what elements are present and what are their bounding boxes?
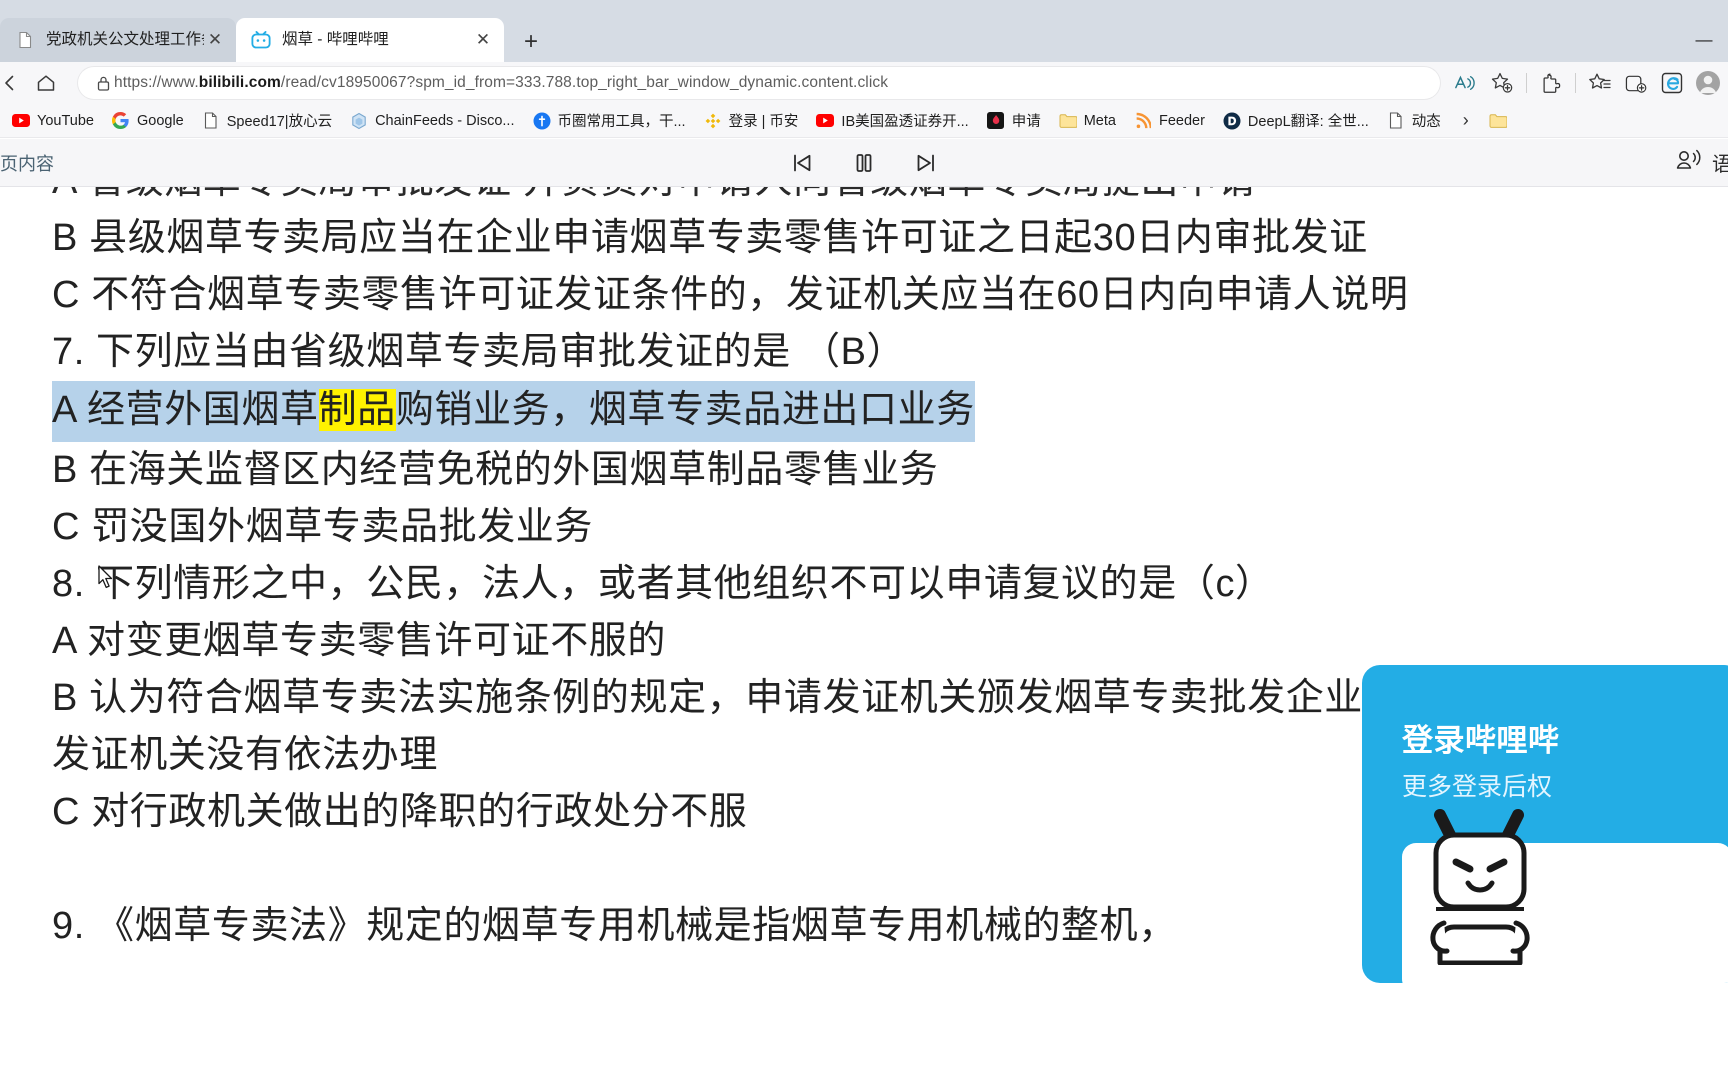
chainfeeds-icon (350, 112, 368, 130)
highlighted-text: 制品 (318, 389, 396, 431)
window-controls: — (1680, 18, 1728, 62)
youtube-icon (816, 112, 835, 130)
bookmark-label: 登录 | 币安 (728, 114, 799, 130)
bookmark-label: Feeder (1158, 112, 1205, 129)
internet-explorer-icon[interactable] (1654, 65, 1690, 101)
profile-avatar-icon[interactable] (1690, 65, 1726, 101)
voice-options-label: 语音选 (1712, 154, 1728, 176)
browser-navigation-bar: https://www.bilibili.com/read/cv18950067… (0, 62, 1728, 104)
tab-title: 党政机关公文处理工作条例 中央 (46, 31, 204, 48)
rss-icon (1134, 112, 1152, 130)
bilibili-login-card[interactable]: 登录哔哩哔 更多登录后权 (1362, 665, 1728, 983)
bookmark-item[interactable]: 动态 (1379, 108, 1449, 134)
address-bar-url: https://www.bilibili.com/read/cv18950067… (114, 74, 1430, 92)
close-icon[interactable]: ✕ (472, 29, 494, 51)
read-aloud-icon[interactable] (1448, 65, 1484, 101)
bilibili-tv-mascot-icon (1414, 805, 1546, 966)
minimize-button[interactable]: — (1680, 18, 1728, 62)
lock-icon[interactable] (92, 75, 114, 92)
bookmarks-bar: YouTube Google Speed17|放心云 ChainFeeds - … (0, 104, 1728, 138)
collections-icon[interactable] (1618, 65, 1654, 101)
page-icon (202, 112, 220, 130)
bookmark-folder[interactable]: Meta (1051, 108, 1124, 134)
blue-circle-icon (533, 112, 551, 130)
bookmark-item[interactable]: ChainFeeds - Disco... (342, 108, 522, 134)
read-aloud-toolbar: 此页内容 语音选 (0, 139, 1728, 187)
divider (1575, 73, 1576, 93)
article-line: A 对变更烟草专卖零售许可证不服的 (52, 620, 667, 662)
bookmark-item[interactable]: DeepL翻译: 全世... (1215, 108, 1377, 134)
browser-tab-strip: 党政机关公文处理工作条例 中央 ✕ 烟草 - 哔哩哔哩 ✕ + — (0, 0, 1728, 62)
bookmarks-overflow-button[interactable]: › (1451, 110, 1481, 131)
page-icon (1387, 112, 1405, 130)
bookmark-label: IB美国盈透证券开... (841, 114, 969, 130)
previous-track-icon[interactable] (785, 146, 819, 180)
bookmark-label: 币圈常用工具，干... (557, 114, 686, 130)
url-prefix: https://www. (114, 74, 199, 91)
google-g-icon (112, 112, 130, 130)
voice-options-button[interactable]: 语音选 (1674, 147, 1728, 179)
article-question-8: 8. 下列情形之中，公民，法人，或者其他组织不可以申请复议的是（c） (52, 563, 1274, 605)
extensions-puzzle-icon[interactable] (1533, 65, 1569, 101)
bilibili-tv-icon (250, 29, 272, 51)
new-tab-button[interactable]: + (510, 25, 552, 59)
url-domain: bilibili.com (198, 74, 281, 91)
article-question-7: 7. 下列应当由省级烟草专卖局审批发证的是 （B） (52, 331, 906, 373)
bookmark-item[interactable]: Google (104, 108, 192, 134)
article-line: C 罚没国外烟草专卖品批发业务 (52, 506, 594, 548)
pause-icon[interactable] (847, 146, 881, 180)
browser-tab-active[interactable]: 烟草 - 哔哩哔哩 ✕ (236, 18, 504, 62)
divider (1526, 73, 1527, 93)
youtube-icon (12, 112, 30, 130)
bookmark-item[interactable]: 登录 | 币安 (696, 108, 807, 134)
bookmark-item[interactable]: IB美国盈透证券开... (808, 108, 976, 134)
binance-icon (704, 112, 722, 130)
back-arrow-icon[interactable] (0, 65, 28, 101)
browser-tab-inactive[interactable]: 党政机关公文处理工作条例 中央 ✕ (0, 18, 236, 62)
bookmark-label: Speed17|放心云 (226, 114, 333, 130)
login-card-subtitle: 更多登录后权 (1402, 773, 1553, 801)
close-icon[interactable]: ✕ (204, 29, 226, 51)
article-line: C 不符合烟草专卖零售许可证发证条件的，发证机关应当在60日内向申请人说明 (52, 274, 1409, 316)
bookmark-item[interactable]: 币圈常用工具，干... (525, 108, 694, 134)
bookmark-folder-trailing[interactable] (1481, 108, 1522, 134)
article-line: B 在海关监督区内经营免税的外国烟草制品零售业务 (52, 449, 939, 491)
folder-icon (1059, 112, 1077, 130)
selected-text-part: A 经营外国烟草 (52, 389, 319, 431)
article-line: B 县级烟草专卖局应当在企业申请烟草专卖零售许可证之日起30日内审批发证 (52, 217, 1368, 259)
bookmark-label: ChainFeeds - Disco... (375, 112, 515, 129)
text-selection: A 经营外国烟草制品购销业务，烟草专卖品进出口业务 (52, 381, 975, 442)
bookmark-label: Google (136, 112, 184, 129)
bookmark-item[interactable]: YouTube (4, 108, 102, 134)
tab-title: 烟草 - 哔哩哔哩 (282, 31, 389, 48)
address-bar[interactable]: https://www.bilibili.com/read/cv18950067… (78, 67, 1440, 99)
bookmark-label: DeepL翻译: 全世... (1247, 114, 1369, 130)
bookmark-item[interactable]: Speed17|放心云 (194, 108, 340, 134)
read-aloud-scope-label: 此页内容 (0, 153, 54, 174)
favorites-star-list-icon[interactable] (1582, 65, 1618, 101)
mouse-cursor (98, 565, 114, 589)
folder-icon (1489, 112, 1507, 130)
add-favorite-star-icon[interactable] (1484, 65, 1520, 101)
bookmark-label: 动态 (1411, 114, 1441, 130)
login-card-title: 登录哔哩哔 (1402, 723, 1560, 758)
deepl-icon (1223, 112, 1241, 130)
voice-options-icon (1674, 147, 1702, 179)
bookmark-item[interactable]: 申请 (979, 108, 1049, 134)
bookmark-item[interactable]: Feeder (1126, 108, 1213, 134)
bookmark-label: 申请 (1011, 114, 1041, 130)
article-line-selected: A 经营外国烟草制品购销业务，烟草专卖品进出口业务 (52, 381, 1728, 442)
next-track-icon[interactable] (909, 146, 943, 180)
selected-text-part: 购销业务，烟草专卖品进出口业务 (395, 389, 975, 431)
page-content: A 省级烟草专卖局审批发证 并负责对申请人向省级烟草专卖局提出申请 B 县级烟草… (0, 187, 1728, 1080)
home-icon[interactable] (28, 65, 64, 101)
dark-app-icon (987, 112, 1005, 130)
page-icon (14, 29, 36, 51)
bookmark-label: YouTube (37, 112, 94, 129)
url-path: /read/cv18950067?spm_id_from=333.788.top… (280, 74, 889, 91)
bookmark-label: Meta (1083, 112, 1116, 129)
article-line: A 省级烟草专卖局审批发证 并负责对申请人向省级烟草专卖局提出申请 (52, 187, 1728, 210)
